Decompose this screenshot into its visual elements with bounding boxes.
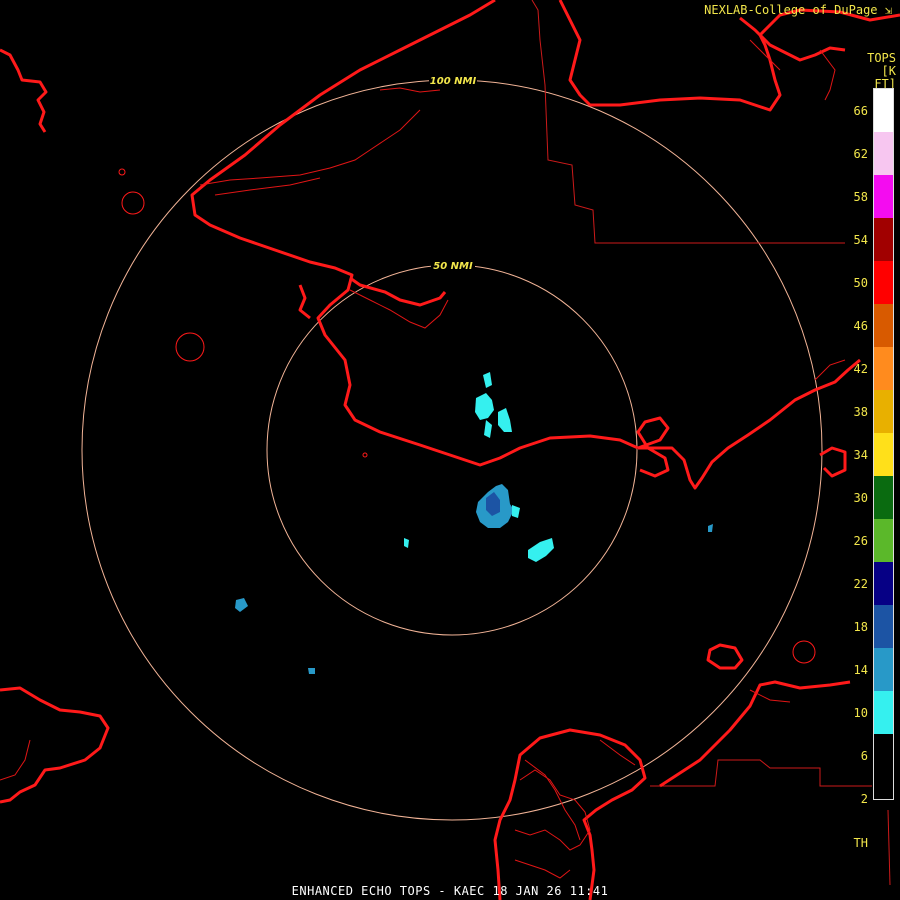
legend-tick-label: 54 [853,233,868,248]
legend-tick-label: 58 [853,190,868,205]
range-ring-50 [266,264,638,636]
legend-tick-label: 26 [853,534,868,549]
coast-detail [0,39,846,879]
color-swatch [874,175,893,219]
color-swatch [874,476,893,520]
color-swatch [874,648,893,692]
legend-tick-label: 6 [860,749,868,764]
color-swatch [874,390,893,434]
color-swatch [874,433,893,477]
legend-tick-label: 34 [853,448,868,463]
credit-label: NEXLAB-College of DuPage ⇲ [704,3,892,17]
color-swatch [874,734,893,778]
radar-map: 100 NMI 50 NMI [0,0,900,900]
radar-echoes [235,372,713,674]
legend-tick-label: 22 [853,577,868,592]
echo-cell [475,393,494,420]
legend-tick-label: 38 [853,405,868,420]
legend-tick-label: 62 [853,147,868,162]
legend-tick-label: 2 [860,792,868,807]
color-swatch [874,519,893,563]
echo-cell [308,668,315,674]
echo-cell [512,505,520,518]
ring-label-50: 50 NMI [433,261,473,272]
legend-tick-label: 18 [853,620,868,635]
echo-cell [235,598,248,612]
color-swatch [874,347,893,391]
legend-tick-label: 10 [853,706,868,721]
legend-title: TOPS [K FT] [858,52,896,91]
color-bar [873,88,894,800]
diagonal-arrow-icon: ⇲ [884,3,892,17]
color-swatch [874,691,893,735]
echo-cell [708,524,713,532]
echo-cell [484,420,492,438]
echo-cell [498,408,512,432]
echo-cell [528,538,554,562]
state-borders [531,0,891,886]
product-footer: ENHANCED ECHO TOPS - KAEC 18 JAN 26 11:4… [291,884,609,898]
color-swatch [874,89,893,133]
color-swatch [874,304,893,348]
color-swatch [874,132,893,176]
ring-label-100: 100 NMI [430,76,477,87]
legend-tick-label: 50 [853,276,868,291]
legend-tick-label: 46 [853,319,868,334]
legend-tick-label: 42 [853,362,868,377]
color-swatch [874,605,893,649]
coastlines [0,0,900,900]
legend-tick-label: 14 [853,663,868,678]
echo-cell [404,538,409,548]
legend-tick-label: 66 [853,104,868,118]
color-swatch [874,261,893,305]
legend-tick-label: TH [853,835,868,850]
legend-tick-label: 30 [853,491,868,506]
color-swatch [874,562,893,606]
echo-cell [483,372,492,388]
range-ring-100 [81,79,823,821]
color-swatch [874,218,893,262]
